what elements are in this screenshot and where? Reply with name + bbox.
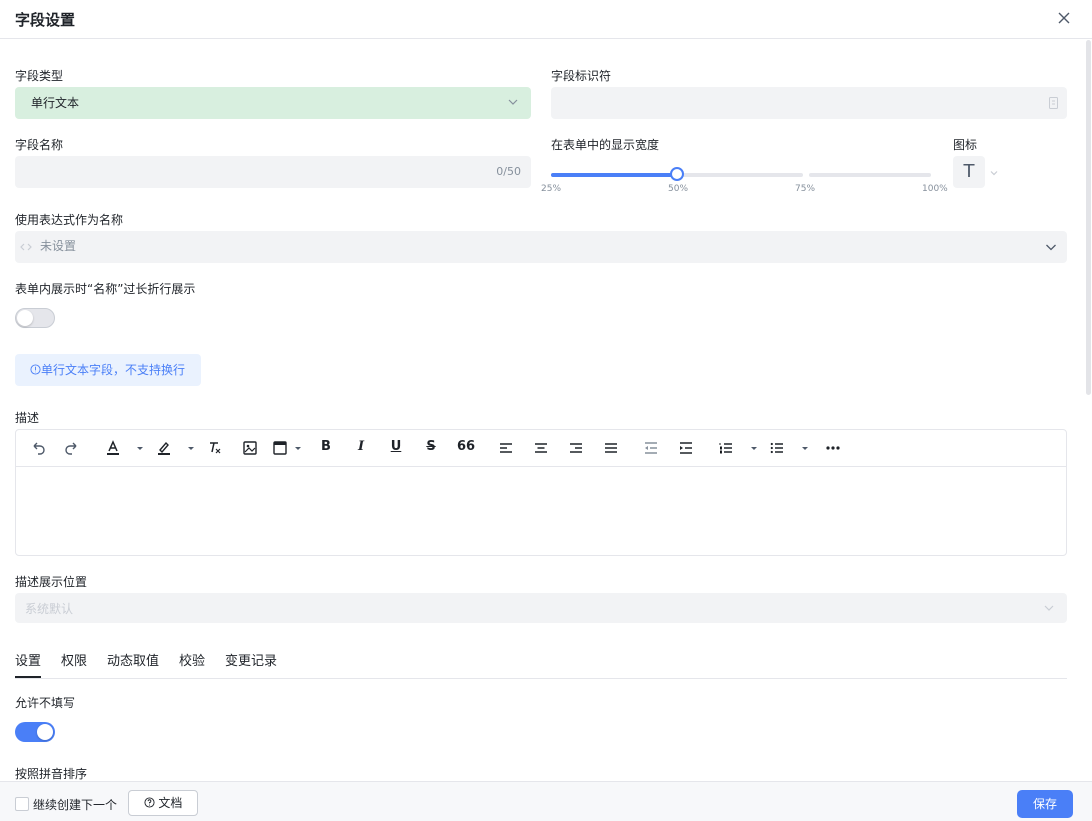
chevron-down-icon: [1043, 602, 1055, 614]
save-button[interactable]: 保存: [1017, 790, 1073, 818]
tab-validation[interactable]: 校验: [179, 650, 205, 669]
slider-tick-100: 100%: [922, 184, 948, 194]
expression-name-select[interactable]: 未设置: [15, 231, 1067, 263]
slider-tick-75: 75%: [795, 184, 816, 194]
tip-text: 单行文本字段，不支持换行: [41, 363, 186, 377]
align-right-icon[interactable]: [567, 439, 585, 457]
pinyin-sort-label: 按照拼音排序: [15, 767, 88, 781]
chevron-down-icon: [1045, 241, 1057, 253]
caret-down-icon[interactable]: [289, 439, 301, 457]
icon-picker[interactable]: T: [953, 156, 985, 188]
chevron-down-icon: [507, 96, 519, 108]
icon-label: 图标: [953, 138, 978, 152]
strikethrough-icon[interactable]: S: [422, 439, 440, 454]
field-name-label: 字段名称: [15, 138, 64, 152]
caret-down-icon[interactable]: [745, 439, 757, 457]
bullet-list-icon[interactable]: [768, 439, 786, 457]
tab-permissions[interactable]: 权限: [61, 650, 87, 669]
field-type-select[interactable]: 单行文本: [15, 87, 531, 119]
caret-down-icon[interactable]: [131, 439, 143, 457]
align-left-icon[interactable]: [497, 439, 515, 457]
dialog-title: 字段设置: [15, 11, 76, 29]
help-icon: [144, 792, 155, 808]
tab-settings[interactable]: 设置: [15, 650, 42, 678]
continue-label[interactable]: 继续创建下一个: [33, 796, 117, 813]
indent-icon[interactable]: [677, 439, 695, 457]
align-center-icon[interactable]: [532, 439, 550, 457]
description-position-value: 系统默认: [25, 602, 74, 616]
text-type-icon: T: [963, 161, 975, 182]
slider-segment-2[interactable]: [681, 173, 803, 177]
switch-knob: [17, 310, 33, 326]
display-width-label: 在表单中的显示宽度: [551, 138, 660, 152]
quote-icon[interactable]: 66: [457, 439, 475, 454]
slider-tick-50: 50%: [668, 184, 689, 194]
slider-segment-3[interactable]: [809, 173, 931, 177]
redo-icon[interactable]: [63, 439, 81, 457]
expression-placeholder: 未设置: [40, 239, 77, 253]
slider-tick-25: 25%: [541, 184, 562, 194]
description-label: 描述: [15, 411, 40, 425]
slider-fill: [551, 173, 679, 177]
copy-icon[interactable]: [1048, 96, 1060, 110]
clear-format-icon[interactable]: [206, 439, 224, 457]
description-position-select[interactable]: 系统默认: [15, 593, 1067, 623]
caret-down-icon[interactable]: [182, 439, 194, 457]
field-identifier-input[interactable]: [551, 87, 1067, 119]
continue-checkbox[interactable]: [15, 797, 29, 811]
info-icon: [30, 355, 41, 375]
italic-icon[interactable]: I: [352, 439, 370, 454]
scrollbar[interactable]: [1086, 40, 1091, 395]
align-justify-icon[interactable]: [602, 439, 620, 457]
field-identifier-label: 字段标识符: [551, 69, 612, 83]
description-editor[interactable]: B I U S 66: [15, 429, 1067, 556]
field-type-label: 字段类型: [15, 69, 64, 83]
switch-knob: [37, 724, 53, 740]
font-color-icon[interactable]: [104, 439, 122, 457]
dialog-footer: 继续创建下一个 文档 保存: [0, 781, 1092, 821]
code-icon: [19, 240, 33, 254]
highlight-icon[interactable]: [155, 439, 173, 457]
char-counter: 0/50: [496, 165, 521, 178]
outdent-icon[interactable]: [642, 439, 660, 457]
close-icon[interactable]: [1056, 10, 1072, 26]
field-name-input[interactable]: 0/50: [15, 156, 531, 188]
undo-icon[interactable]: [29, 439, 47, 457]
allow-empty-switch[interactable]: [15, 722, 55, 742]
docs-label: 文档: [158, 796, 183, 810]
allow-empty-label: 允许不填写: [15, 696, 76, 710]
settings-tabs: 设置 权限 动态取值 校验 变更记录: [15, 648, 1067, 679]
image-icon[interactable]: [241, 439, 259, 457]
field-type-value: 单行文本: [31, 96, 80, 110]
underline-icon[interactable]: U: [387, 439, 405, 454]
tab-change-log[interactable]: 变更记录: [225, 650, 277, 669]
caret-down-icon[interactable]: [796, 439, 808, 457]
description-position-label: 描述展示位置: [15, 575, 88, 589]
slider-handle[interactable]: [670, 167, 684, 181]
docs-button[interactable]: 文档: [128, 790, 198, 816]
tab-dynamic-value[interactable]: 动态取值: [107, 650, 159, 669]
wrap-name-switch[interactable]: [15, 308, 55, 328]
bold-icon[interactable]: B: [317, 439, 335, 454]
embed-icon[interactable]: [271, 439, 289, 457]
expression-name-label: 使用表达式作为名称: [15, 213, 124, 227]
ordered-list-icon[interactable]: [717, 439, 735, 457]
wrap-name-label: 表单内展示时“名称”过长折行展示: [15, 282, 196, 296]
dialog-header: 字段设置: [0, 0, 1092, 39]
chevron-down-icon[interactable]: [989, 167, 999, 177]
editor-toolbar: B I U S 66: [16, 430, 1066, 467]
more-icon[interactable]: [824, 439, 842, 457]
info-tip: 单行文本字段，不支持换行: [15, 354, 201, 386]
